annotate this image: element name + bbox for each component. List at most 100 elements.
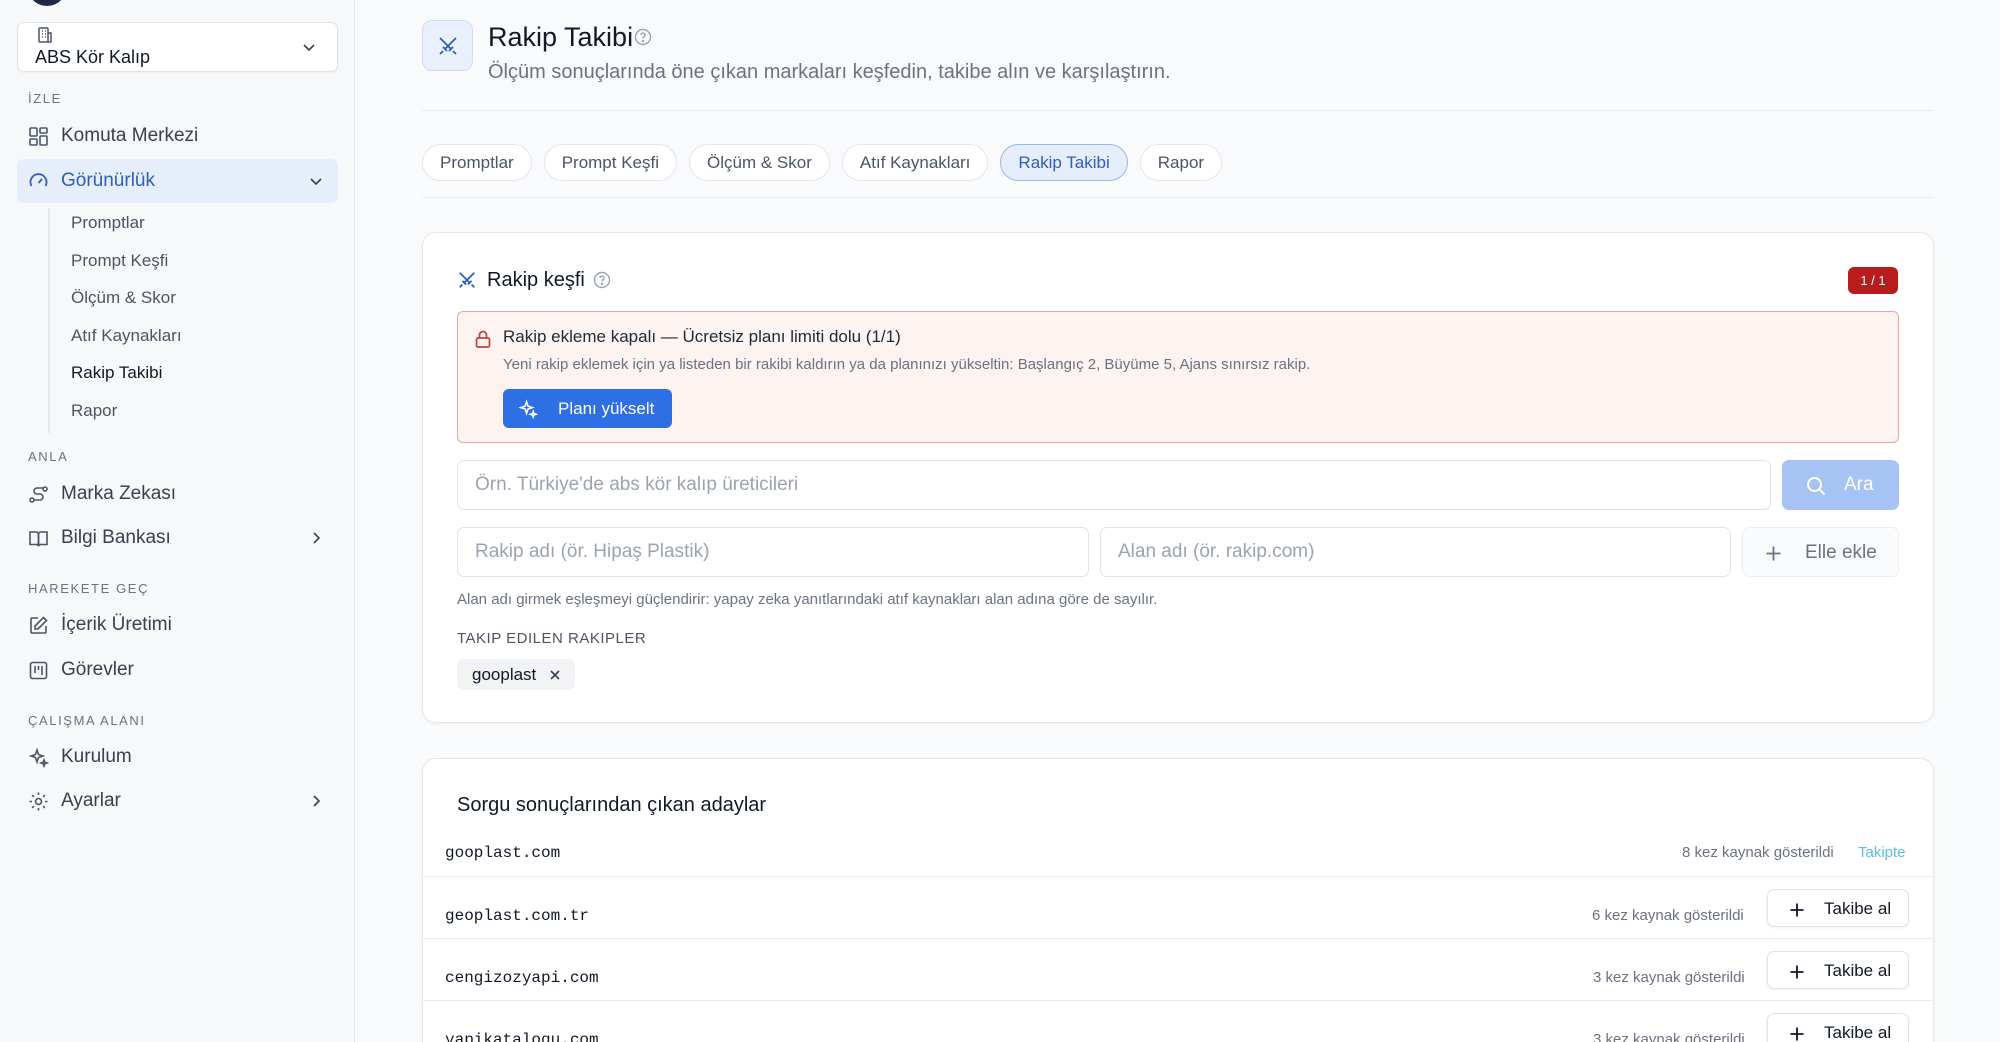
page-subtitle: Ölçüm sonuçlarında öne çıkan markaları k… xyxy=(488,61,1171,83)
subnav-line xyxy=(48,208,50,433)
table-row: yapikatalogu.com 3 kez kaynak gösterildi… xyxy=(422,1000,1934,1042)
candidates-title: Sorgu sonuçlarından çıkan adaylar xyxy=(457,794,767,816)
edit-icon xyxy=(30,616,48,634)
sidebar-item-gorevler[interactable]: Görevler xyxy=(17,648,338,692)
alert-title: Rakip ekleme kapalı — Ücretsiz planı lim… xyxy=(503,327,901,346)
sidebar-item-label: Ayarlar xyxy=(61,790,121,811)
limit-alert: Rakip ekleme kapalı — Ücretsiz planı lim… xyxy=(457,311,1899,443)
manual-add-button[interactable]: Elle ekle xyxy=(1742,527,1899,577)
sidebar-subitem-rapor[interactable]: Rapor xyxy=(71,401,117,421)
follow-button[interactable]: Takibe al xyxy=(1767,1013,1909,1042)
sidebar-item-ayarlar[interactable]: Ayarlar xyxy=(17,779,338,823)
sidebar-item-label: Görünürlük xyxy=(61,170,155,191)
sparkles-icon xyxy=(518,399,538,419)
chip-label: gooplast xyxy=(472,665,537,684)
tab-prompt-kesfi[interactable]: Prompt Keşfi xyxy=(543,144,677,181)
sidebar-item-gorunurluk[interactable]: Görünürlük xyxy=(17,159,338,203)
sidebar-item-marka-zekasi[interactable]: Marka Zekası xyxy=(17,472,338,516)
candidate-domain: geoplast.com.tr xyxy=(445,907,590,925)
divider xyxy=(422,197,1934,198)
help-icon[interactable] xyxy=(593,271,611,289)
help-icon[interactable] xyxy=(634,28,652,46)
swords-icon xyxy=(439,37,457,55)
sidebar-item-komuta-merkezi[interactable]: Komuta Merkezi xyxy=(17,114,338,158)
section-label-calisma-alani: ÇALIŞMA ALANI xyxy=(28,713,146,728)
discovery-title: Rakip keşfi xyxy=(487,269,585,291)
table-row: cengizozyapi.com 3 kez kaynak gösterildi… xyxy=(422,938,1934,1000)
header-icon-box xyxy=(422,20,473,71)
sidebar-subitem-prompt-kesfi[interactable]: Prompt Keşfi xyxy=(71,251,168,271)
chevron-down-icon xyxy=(310,178,322,186)
page-title: Rakip Takibi xyxy=(488,22,634,52)
sidebar-item-label: Bilgi Bankası xyxy=(61,527,171,548)
dashboard-icon xyxy=(29,127,48,146)
plus-icon xyxy=(1790,1027,1804,1041)
plus-icon xyxy=(1766,546,1781,561)
manual-add-label: Elle ekle xyxy=(1805,542,1877,563)
citation-count: 6 kez kaynak gösterildi xyxy=(1592,907,1744,924)
search-button[interactable]: Ara xyxy=(1782,460,1899,510)
tab-olcum-skor[interactable]: Ölçüm & Skor xyxy=(689,144,830,181)
sidebar-subitem-rakip-takibi[interactable]: Rakip Takibi xyxy=(71,363,162,383)
competitor-domain-input[interactable]: Alan adı (ör. rakip.com) xyxy=(1100,527,1731,577)
tracked-status: Takipte xyxy=(1858,844,1906,861)
table-row: geoplast.com.tr 6 kez kaynak gösterildi … xyxy=(422,876,1934,938)
section-label-anla: ANLA xyxy=(28,449,69,464)
plus-icon xyxy=(1790,965,1804,979)
sidebar-item-label: Kurulum xyxy=(61,746,132,767)
citation-count: 3 kez kaynak gösterildi xyxy=(1593,1031,1745,1042)
swords-icon xyxy=(459,272,475,288)
follow-button[interactable]: Takibe al xyxy=(1767,951,1909,989)
sidebar-item-kurulum[interactable]: Kurulum xyxy=(17,735,338,779)
building-icon xyxy=(38,27,52,43)
candidate-domain: yapikatalogu.com xyxy=(445,1031,599,1042)
follow-button[interactable]: Takibe al xyxy=(1767,889,1909,927)
limit-badge: 1 / 1 xyxy=(1848,267,1898,294)
sidebar: ABS Kör Kalıp İZLE Komuta Merkezi Görünü… xyxy=(0,0,355,1042)
tab-rapor[interactable]: Rapor xyxy=(1139,144,1223,181)
gauge-icon xyxy=(29,173,48,187)
route-icon xyxy=(29,486,48,503)
sidebar-subitem-atif-kaynaklari[interactable]: Atıf Kaynakları xyxy=(71,326,182,346)
close-icon[interactable] xyxy=(549,669,561,681)
tab-promptlar[interactable]: Promptlar xyxy=(422,144,532,181)
upgrade-plan-button[interactable]: Planı yükselt xyxy=(503,389,672,428)
domain-hint: Alan adı girmek eşleşmeyi güçlendirir: y… xyxy=(457,591,1158,608)
sparkles-icon xyxy=(28,747,49,768)
competitor-name-input[interactable]: Rakip adı (ör. Hipaş Plastik) xyxy=(457,527,1089,577)
candidate-domain: cengizozyapi.com xyxy=(445,969,599,987)
sidebar-item-label: Komuta Merkezi xyxy=(61,125,199,146)
chevron-right-icon xyxy=(313,795,321,807)
chevron-right-icon xyxy=(313,532,321,544)
follow-label: Takibe al xyxy=(1824,1023,1892,1042)
citation-count: 3 kez kaynak gösterildi xyxy=(1593,969,1745,986)
sidebar-subitem-olcum-skor[interactable]: Ölçüm & Skor xyxy=(71,288,176,308)
gear-icon xyxy=(29,792,48,811)
sidebar-item-icerik-uretimi[interactable]: İçerik Üretimi xyxy=(17,603,338,647)
kanban-icon xyxy=(29,661,48,680)
tab-atif-kaynaklari[interactable]: Atıf Kaynakları xyxy=(841,144,989,181)
candidate-domain: gooplast.com xyxy=(445,844,561,862)
follow-label: Takibe al xyxy=(1824,961,1892,980)
sidebar-item-label: Marka Zekası xyxy=(61,483,177,504)
workspace-name: ABS Kör Kalıp xyxy=(35,47,151,67)
tab-rakip-takibi[interactable]: Rakip Takibi xyxy=(1000,144,1128,181)
section-label-harekete-gec: HAREKETE GEÇ xyxy=(28,581,150,596)
alert-description: Yeni rakip eklemek için ya listeden bir … xyxy=(503,356,1311,373)
sidebar-item-label: İçerik Üretimi xyxy=(61,614,172,635)
sidebar-item-bilgi-bankasi[interactable]: Bilgi Bankası xyxy=(17,516,338,560)
tracked-competitors-label: TAKIP EDILEN RAKIPLER xyxy=(457,630,647,647)
book-icon xyxy=(29,531,48,547)
sidebar-item-label: Görevler xyxy=(61,659,134,680)
competitor-search-input[interactable]: Örn. Türkiye'de abs kör kalıp üreticiler… xyxy=(457,460,1771,510)
lock-icon xyxy=(475,330,491,348)
avatar[interactable] xyxy=(27,0,67,6)
divider xyxy=(422,110,1934,111)
plus-icon xyxy=(1790,903,1804,917)
follow-label: Takibe al xyxy=(1824,899,1892,918)
upgrade-plan-label: Planı yükselt xyxy=(558,398,655,418)
search-label: Ara xyxy=(1844,474,1874,495)
sidebar-subitem-promptlar[interactable]: Promptlar xyxy=(71,213,145,233)
search-icon xyxy=(1807,477,1826,496)
workspace-select[interactable]: ABS Kör Kalıp xyxy=(17,22,338,72)
